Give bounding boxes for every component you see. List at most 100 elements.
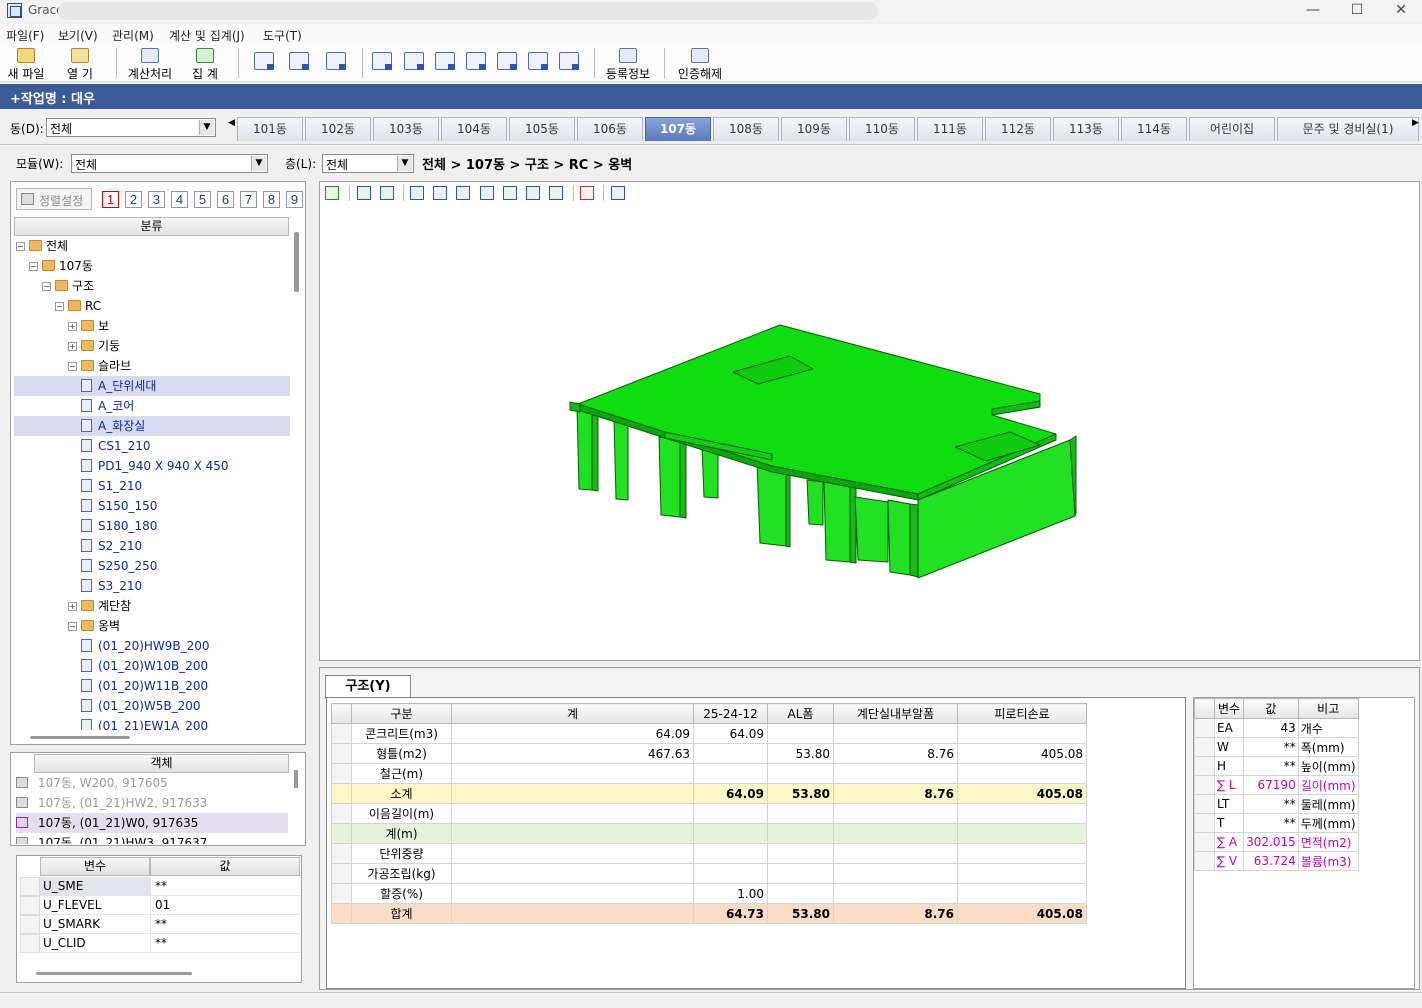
table-row[interactable]: 할증(%) 1.00 <box>331 883 1087 904</box>
row-header[interactable] <box>331 803 352 824</box>
table-row[interactable]: 계(m) <box>331 823 1087 844</box>
level-button[interactable]: 8 <box>263 191 280 208</box>
table-cell[interactable] <box>833 863 958 884</box>
tab-building[interactable]: 105동 <box>509 117 575 141</box>
level-button[interactable]: 4 <box>171 191 188 208</box>
view-left-icon[interactable] <box>456 186 470 200</box>
table-cell[interactable]: 이음길이(m) <box>351 803 452 824</box>
table-cell[interactable] <box>833 723 958 744</box>
report-2-icon[interactable] <box>404 52 424 70</box>
prop-value[interactable]: 63.724 <box>1243 851 1299 871</box>
expand-icon[interactable]: + <box>68 602 77 611</box>
row-header[interactable] <box>1194 813 1215 833</box>
view-top-icon[interactable] <box>503 186 517 200</box>
row-header[interactable] <box>1194 794 1215 814</box>
tree-folder[interactable]: − 107동 <box>14 256 290 276</box>
grid-column-header[interactable]: 비고 <box>1297 698 1359 719</box>
column-header[interactable]: 구분 <box>351 703 452 724</box>
tree-folder[interactable]: + 계단참 <box>14 596 290 616</box>
table-cell[interactable] <box>693 843 768 864</box>
table-cell[interactable] <box>693 743 768 764</box>
tree-item[interactable]: (01_20)W5B_200 <box>14 696 290 716</box>
row-header[interactable] <box>331 823 352 844</box>
table-cell[interactable] <box>451 863 694 884</box>
tab-building[interactable]: 106동 <box>577 117 643 141</box>
table-cell[interactable]: 합계 <box>351 903 452 924</box>
view-front-icon[interactable] <box>410 186 424 200</box>
open-button[interactable]: 열 기 <box>58 48 102 82</box>
module-select[interactable]: 전체 ▼ <box>71 154 268 173</box>
expand-icon[interactable]: + <box>68 342 77 351</box>
tree-folder[interactable]: − RC <box>14 296 290 316</box>
table-cell[interactable] <box>833 763 958 784</box>
table-cell[interactable]: 8.76 <box>833 743 958 764</box>
table-cell[interactable] <box>693 763 768 784</box>
row-header[interactable] <box>1194 851 1215 871</box>
menu-calc[interactable]: 계산 및 집계(J) <box>169 27 245 44</box>
column-header[interactable]: 25-24-12 <box>693 703 768 724</box>
pan-icon[interactable] <box>380 186 394 200</box>
preview-icon[interactable] <box>254 52 274 70</box>
tree-item[interactable]: (01_20)W11B_200 <box>14 676 290 696</box>
calc-button[interactable]: 계산처리 <box>122 48 178 82</box>
tab-building[interactable]: 103동 <box>373 117 439 141</box>
tree-item[interactable]: S3_210 <box>14 576 290 596</box>
column-header[interactable]: 계단실내부알폼 <box>833 703 958 724</box>
sort-settings-button[interactable]: 정렬설정 <box>16 188 92 210</box>
tab-building[interactable]: 109동 <box>781 117 847 141</box>
tree-folder[interactable]: − 옹벽 <box>14 616 290 636</box>
tree-item[interactable]: S250_250 <box>14 556 290 576</box>
table-cell[interactable]: 단위중량 <box>351 843 452 864</box>
view-iso-icon[interactable] <box>526 186 540 200</box>
menu-file[interactable]: 파일(F) <box>6 27 44 44</box>
menu-manage[interactable]: 관리(M) <box>112 27 154 44</box>
grid-row[interactable]: W ** 폭(mm) <box>1194 737 1359 757</box>
grid-row[interactable]: EA 43 개수 <box>1194 718 1359 738</box>
object-item[interactable]: 107동, W200, 917605 <box>16 773 288 793</box>
prop-value[interactable]: ** <box>1243 794 1299 814</box>
tab-building[interactable]: 문주 및 경비실(1) <box>1277 117 1419 141</box>
row-header[interactable] <box>331 723 352 744</box>
table-cell[interactable] <box>767 803 834 824</box>
row-header[interactable] <box>1194 832 1215 852</box>
report-6-icon[interactable] <box>528 52 548 70</box>
tree-item[interactable]: (01_20)W10B_200 <box>14 656 290 676</box>
table-cell[interactable] <box>767 843 834 864</box>
expand-icon[interactable]: + <box>68 322 77 331</box>
table-cell[interactable] <box>693 803 768 824</box>
table-cell[interactable] <box>451 843 694 864</box>
table-row[interactable]: 이음길이(m) <box>331 803 1087 824</box>
table-cell[interactable]: 405.08 <box>957 783 1087 804</box>
column-header[interactable]: 피로티손료 <box>957 703 1087 724</box>
search-report-icon[interactable] <box>289 52 309 70</box>
table-cell[interactable] <box>957 763 1087 784</box>
level-button[interactable]: 5 <box>194 191 211 208</box>
collapse-icon[interactable]: − <box>68 362 77 371</box>
grid-row[interactable]: ∑ A 302.015 면적(m2) <box>1194 832 1359 852</box>
object-scrollbar[interactable] <box>294 770 298 788</box>
table-cell[interactable]: 64.09 <box>451 723 694 744</box>
table-row[interactable]: 소계 64.09 53.80 8.76 405.08 <box>331 783 1087 804</box>
level-button[interactable]: 7 <box>240 191 257 208</box>
tab-building[interactable]: 어린이집 <box>1189 117 1275 141</box>
tab-building[interactable]: 104동 <box>441 117 507 141</box>
table-cell[interactable] <box>451 763 694 784</box>
table-cell[interactable]: 가공조립(kg) <box>351 863 452 884</box>
row-header[interactable] <box>1194 775 1215 795</box>
tab-scroll-right-icon[interactable]: ▶ <box>1412 118 1419 128</box>
tab-building[interactable]: 107동 <box>645 117 711 141</box>
table-cell[interactable]: 소계 <box>351 783 452 804</box>
level-button[interactable]: 6 <box>217 191 234 208</box>
table-cell[interactable] <box>451 803 694 824</box>
collapse-icon[interactable]: − <box>29 262 38 271</box>
row-header[interactable] <box>1194 737 1215 757</box>
grid-row[interactable]: ∑ V 63.724 볼륨(m3) <box>1194 851 1359 871</box>
column-header[interactable]: AL폼 <box>767 703 834 724</box>
tab-building[interactable]: 114동 <box>1121 117 1187 141</box>
maximize-button[interactable]: ☐ <box>1334 0 1380 22</box>
grid-column-header[interactable]: 변수 <box>1213 698 1245 719</box>
table-cell[interactable]: 1.00 <box>693 883 768 904</box>
close-button[interactable]: ✕ <box>1378 0 1422 22</box>
table-cell[interactable] <box>767 863 834 884</box>
grid-column-header[interactable]: 값 <box>1243 698 1299 719</box>
